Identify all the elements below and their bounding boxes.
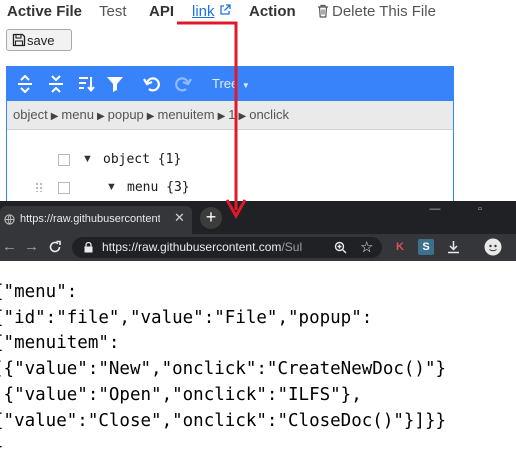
- annotation-arrow: [177, 21, 247, 220]
